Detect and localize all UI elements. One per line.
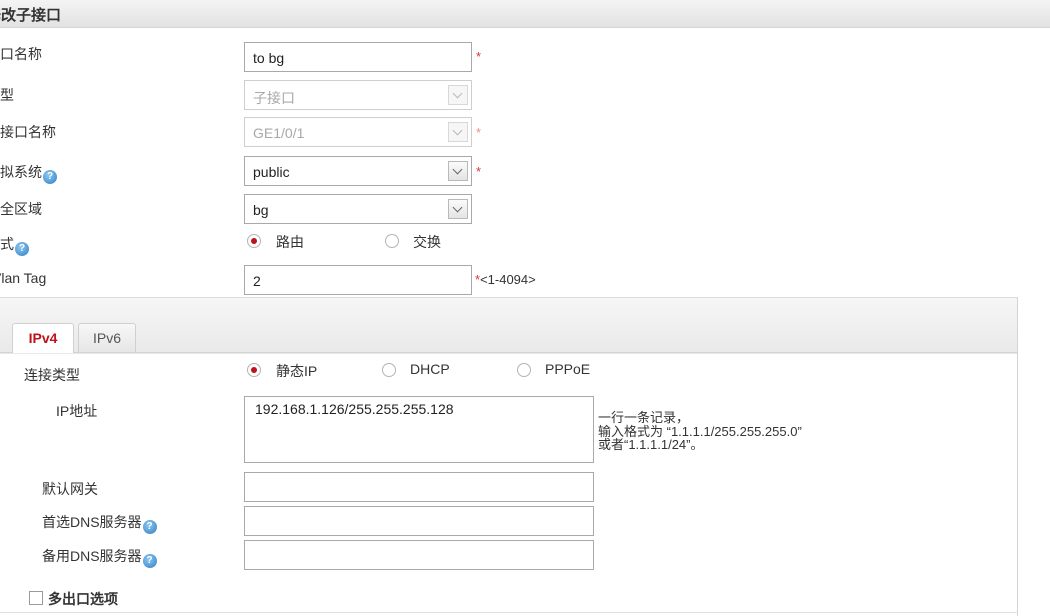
type-label: 类型 [0, 87, 14, 103]
pppoe-radio[interactable] [517, 363, 531, 377]
primary-dns-label: 首选DNS服务器? [42, 512, 157, 534]
main-interface-label: 主接口名称 [0, 124, 56, 140]
mode-route-label[interactable]: 路由 [276, 232, 304, 252]
required-star: * [476, 49, 482, 64]
page-title: 修改子接口 [0, 7, 62, 24]
virtual-system-label: 虚拟系统? [0, 162, 57, 184]
secondary-dns-label: 备用DNS服务器? [42, 546, 157, 568]
ip-address-value: 192.168.1.126/255.255.255.128 [255, 401, 454, 417]
security-zone-value: bg [253, 202, 269, 218]
section-divider [0, 612, 1018, 613]
dhcp-radio[interactable] [382, 363, 396, 377]
tab-strip-divider [0, 352, 1018, 353]
virtual-system-value: public [253, 164, 290, 180]
static-ip-label[interactable]: 静态IP [276, 361, 317, 381]
interface-name-label: 接口名称 [0, 46, 42, 62]
mode-label: 模式? [0, 234, 29, 256]
vlan-tag-hint: *<1-4094> [475, 272, 536, 287]
mode-switch-label[interactable]: 交换 [413, 232, 441, 252]
mode-switch-radio[interactable] [385, 234, 399, 248]
pppoe-label[interactable]: PPPoE [545, 361, 590, 377]
mode-route-radio[interactable] [247, 234, 261, 248]
main-interface-value: GE1/0/1 [253, 125, 305, 141]
help-icon[interactable]: ? [43, 170, 57, 184]
secondary-dns-input[interactable] [244, 540, 594, 570]
security-zone-label: 安全区域 [0, 201, 42, 217]
ip-address-hint-1: 一行一条记录， [598, 410, 690, 425]
ip-address-textarea[interactable]: 192.168.1.126/255.255.255.128 [244, 396, 594, 463]
primary-dns-label-text: 首选DNS服务器 [42, 514, 142, 530]
secondary-dns-label-text: 备用DNS服务器 [42, 548, 142, 564]
interface-name-value: to bg [253, 50, 285, 66]
help-icon[interactable]: ? [15, 242, 29, 256]
type-value: 子接口 [253, 90, 295, 106]
connection-type-label: 连接类型 [24, 367, 80, 383]
security-zone-select[interactable]: bg [244, 194, 472, 224]
vlan-tag-label: Vlan Tag [0, 270, 47, 286]
required-star: * [476, 125, 482, 140]
type-select: 子接口 [244, 80, 472, 110]
help-icon[interactable]: ? [142, 520, 157, 534]
panel-border [1017, 297, 1018, 616]
chevron-down-icon[interactable] [448, 199, 468, 219]
chevron-down-icon [448, 85, 468, 105]
mode-label-text: 模式 [0, 236, 14, 252]
ip-address-label: IP地址 [56, 403, 98, 419]
vlan-tag-range: <1-4094> [480, 272, 536, 287]
multi-exit-label[interactable]: 多出口选项 [48, 589, 118, 609]
ip-address-hint-3: 或者“1.1.1.1/24”。 [598, 437, 704, 452]
tab-ipv6[interactable]: IPv6 [78, 323, 136, 352]
primary-dns-input[interactable] [244, 506, 594, 536]
tab-strip [0, 297, 1018, 354]
chevron-down-icon [448, 122, 468, 142]
vlan-tag-value: 2 [253, 273, 261, 289]
static-ip-radio[interactable] [247, 363, 261, 377]
tab-ipv4[interactable]: IPv4 [12, 323, 74, 353]
main-interface-select: GE1/0/1 [244, 117, 472, 147]
required-star: * [476, 164, 482, 179]
help-icon[interactable]: ? [142, 554, 157, 568]
virtual-system-select[interactable]: public [244, 156, 472, 186]
title-bar [0, 0, 1050, 28]
default-gateway-input[interactable] [244, 472, 594, 502]
default-gateway-label: 默认网关 [42, 481, 98, 497]
dhcp-label[interactable]: DHCP [410, 361, 450, 377]
multi-exit-checkbox[interactable] [29, 591, 43, 605]
virtual-system-label-text: 虚拟系统 [0, 164, 42, 180]
chevron-down-icon[interactable] [448, 161, 468, 181]
interface-name-input[interactable]: to bg [244, 42, 472, 72]
vlan-tag-input[interactable]: 2 [244, 265, 472, 295]
